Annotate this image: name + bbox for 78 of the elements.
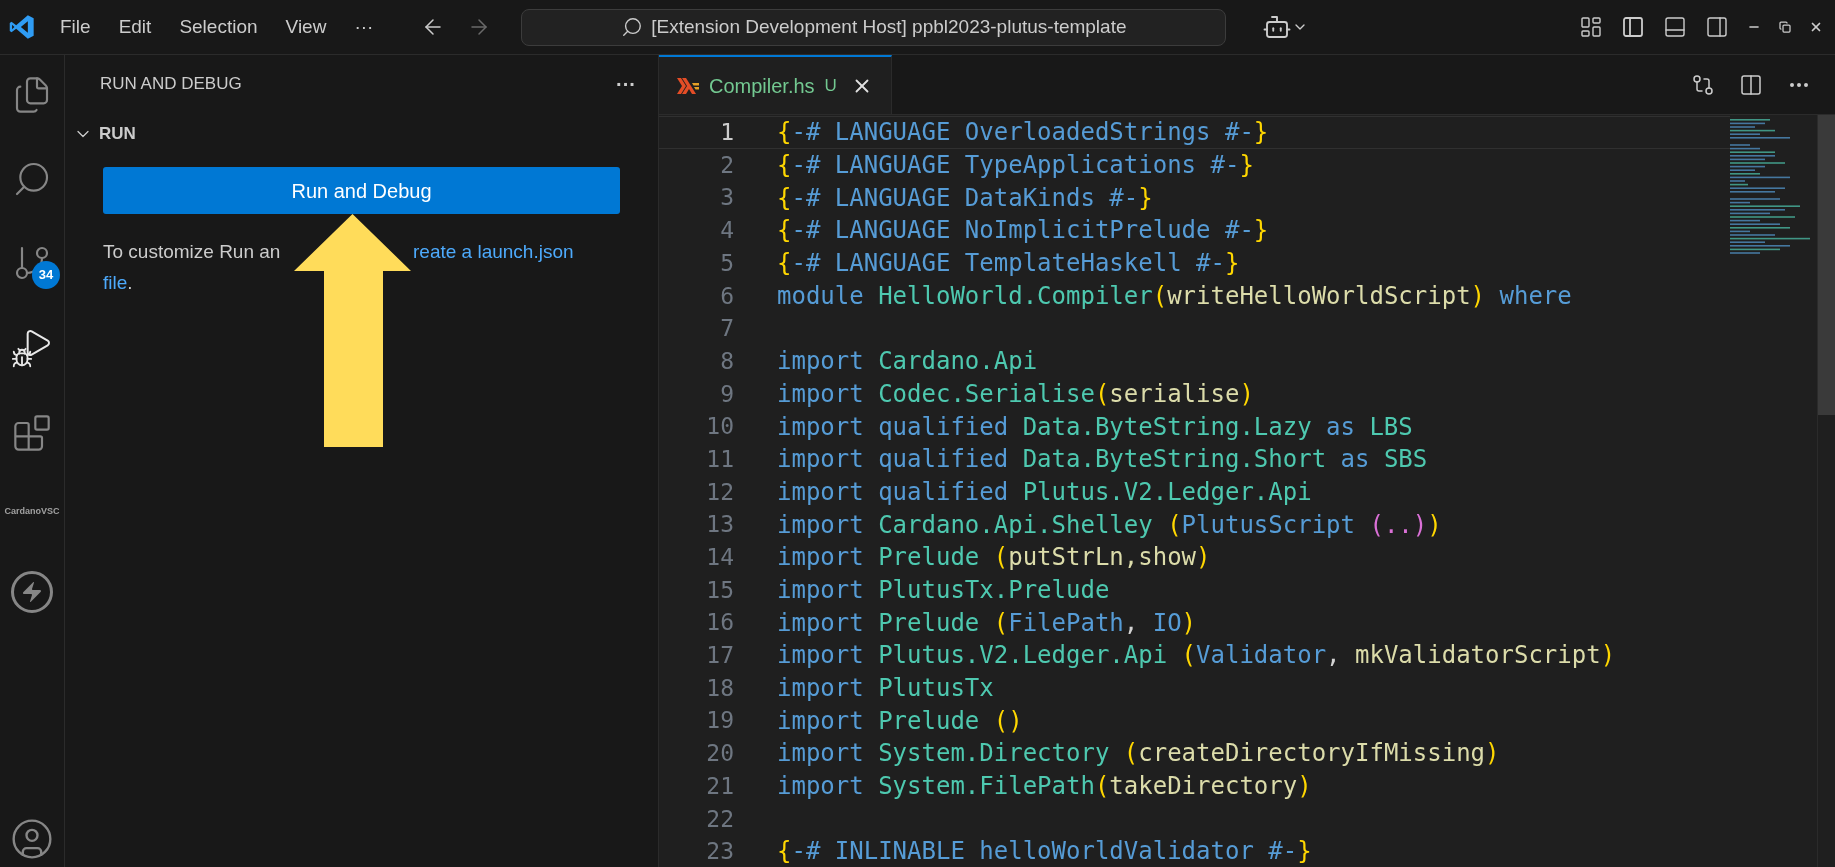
help-text: To customize Run an [103,241,281,262]
line-number: 16 [705,608,734,638]
menu-item[interactable]: View [273,12,339,42]
line-number: 18 [705,673,734,703]
line-number: 19 [705,706,734,736]
line-number: 4 [719,216,734,246]
line-number: 15 [705,575,734,605]
git-status: U [824,74,837,97]
code-line: {-# LANGUAGE DataKinds #-} [777,182,1153,214]
line-number: 13 [705,510,734,540]
line-number: 11 [705,444,734,474]
menu-item[interactable]: File [48,12,103,42]
help-text: . [127,271,133,295]
code-line: {-# LANGUAGE NoImplicitPrelude #-} [777,215,1269,247]
line-number: 3 [719,183,734,213]
split-editor-icon[interactable] [1739,72,1763,97]
line-number: 14 [705,543,734,573]
code-line: module HelloWorld.Compiler(writeHelloWorldScript) where [777,280,1572,312]
layout-icon[interactable] [1579,15,1603,39]
launch-json-link[interactable]: file [103,267,128,298]
line-number: 22 [705,804,734,834]
compare-icon[interactable] [1691,72,1715,97]
code-line: import Prelude (putStrLn,show) [777,542,1211,574]
line-number: 10 [705,412,734,442]
code-line: {-# INLINABLE helloWorldValidator #-} [777,836,1312,867]
menu-item[interactable]: ··· [342,12,386,42]
code-line: import qualified Data.ByteString.Short as SBS [777,444,1428,476]
search-icon [621,16,644,38]
line-number: 8 [719,346,734,376]
close-icon[interactable] [1809,20,1823,34]
panel-title: RUN AND DEBUG [100,73,242,96]
editor-tab[interactable]: Compiler.hs U [659,55,892,114]
code-line: {-# LANGUAGE OverloadedStrings #-} [777,117,1269,149]
section-header[interactable]: RUN [65,113,136,155]
line-number: 1 [719,118,734,148]
line-number: 21 [705,771,734,801]
badge: 34 [32,261,60,289]
extension-label[interactable]: CardanoVSC [4,505,60,519]
menu-item[interactable]: Edit [106,12,164,42]
more-actions-button[interactable]: ··· [616,69,636,99]
run-and-debug-button[interactable]: Run and Debug [103,167,620,214]
menu-item[interactable]: Selection [167,12,270,42]
code-line: import Codec.Serialise(serialise) [777,378,1254,410]
panel-left-icon[interactable] [1621,15,1645,39]
code-line: import Plutus.V2.Ledger.Api (Validator, mkValidatorScript) [777,640,1616,672]
panel-right-icon[interactable] [1705,15,1729,39]
code-line: import qualified Plutus.V2.Ledger.Api [777,476,1312,508]
code-line: import Prelude (FilePath, IO) [777,607,1197,639]
code-line: import Cardano.Api [777,346,1038,378]
tab-label: Compiler.hs [709,73,815,99]
code-line: import PlutusTx [777,673,994,705]
launch-json-link[interactable]: reate a launch.json [413,236,574,267]
line-number: 9 [719,379,734,409]
command-center-text: [Extension Development Host] ppbl2023-plutus-template [651,14,1127,39]
app-logo [8,13,36,41]
code-line: import PlutusTx.Prelude [777,574,1110,606]
lightning-icon[interactable] [11,570,53,613]
line-number: 5 [719,248,734,278]
line-number: 6 [719,281,734,311]
restore-icon[interactable] [1779,21,1791,33]
code-line: {-# LANGUAGE TypeApplications #-} [777,150,1254,182]
code-line: import Prelude () [777,705,1023,737]
extensions-icon[interactable] [12,413,52,453]
code-line: {-# LANGUAGE TemplateHaskell #-} [777,248,1240,280]
code-line: import Cardano.Api.Shelley (PlutusScript (..)) [777,509,1442,541]
line-number: 12 [705,477,734,507]
run-debug-icon[interactable] [11,327,53,369]
line-number: 2 [719,150,734,180]
line-number: 17 [705,641,734,671]
command-center[interactable]: [Extension Development Host] ppbl2023-plutus-template [521,8,1227,46]
haskell-icon [677,77,699,94]
code-line: import qualified Data.ByteString.Lazy as LBS [777,411,1413,443]
line-number: 7 [719,314,734,344]
code-line: import System.Directory (createDirectoryIfMissing) [777,738,1500,770]
line-number: 23 [705,837,734,867]
line-number: 20 [705,739,734,769]
code-line: import System.FilePath(takeDirectory) [777,771,1312,803]
panel-bottom-icon[interactable] [1663,15,1687,39]
